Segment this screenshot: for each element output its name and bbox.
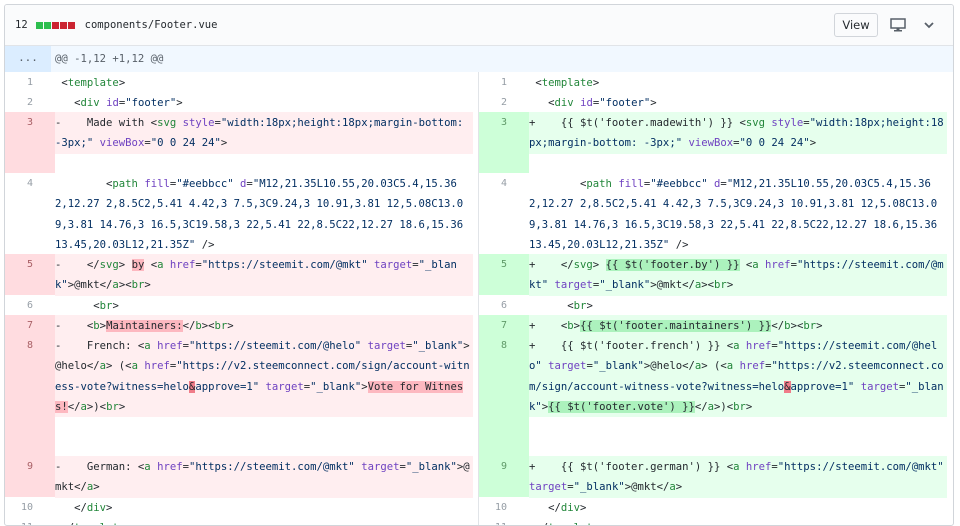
chevron-down-icon[interactable] xyxy=(922,18,936,32)
diff-line: 3 + {{ $t('footer.madewith') }} <svg styl… xyxy=(479,112,953,173)
code-line: + <b>{{ $t('footer.maintainers') }}</b><… xyxy=(529,315,947,337)
diff-line: 6 <br> xyxy=(479,295,953,315)
diff-line: 1 <template> xyxy=(479,72,953,92)
hunk-header: ... @@ -1,12 +1,12 @@ xyxy=(5,46,953,72)
diff-line: 6 <br> xyxy=(5,295,479,315)
line-number[interactable]: 1 xyxy=(479,72,529,92)
line-number[interactable]: 8 xyxy=(5,335,55,456)
file-path[interactable]: components/Footer.vue xyxy=(85,19,218,31)
code-line: - Made with <svg style="width:18px;heigh… xyxy=(55,112,473,154)
diff-line: 3- Made with <svg style="width:18px;heig… xyxy=(5,112,479,173)
code-line: <br> xyxy=(55,300,119,312)
line-number[interactable]: 2 xyxy=(479,92,529,112)
diff-line: 9- German: <a href="https://steemit.com/… xyxy=(5,456,479,498)
line-number[interactable]: 7 xyxy=(5,315,55,335)
line-number[interactable]: 6 xyxy=(479,295,529,315)
line-number[interactable]: 10 xyxy=(479,497,529,517)
line-number[interactable]: 3 xyxy=(5,112,55,173)
diff-line: 5- </svg> by <a href="https://steemit.co… xyxy=(5,254,479,296)
code-line: <div id="footer"> xyxy=(55,97,183,109)
line-number[interactable]: 5 xyxy=(5,254,55,295)
line-number[interactable]: 11 xyxy=(479,517,529,525)
code-line: </div> xyxy=(529,502,587,514)
code-line: - German: <a href="https://steemit.com/@… xyxy=(55,456,473,498)
line-number[interactable]: 3 xyxy=(479,112,529,173)
line-number[interactable]: 5 xyxy=(479,254,529,295)
diff-line: 1 <template> xyxy=(5,72,479,92)
diff-line: 7- <b>Maintainers:</b><br> xyxy=(5,315,479,337)
diffstat-block xyxy=(35,21,43,29)
line-number[interactable]: 9 xyxy=(479,456,529,497)
diff-file: 12 components/Footer.vue View ... @@ -1,… xyxy=(4,4,954,526)
code-line: + {{ $t('footer.german') }} <a href="htt… xyxy=(529,456,947,498)
code-line: <div id="footer"> xyxy=(529,97,657,109)
code-line: - </svg> by <a href="https://steemit.com… xyxy=(55,254,473,296)
diff-line: 11 </template> xyxy=(479,517,953,525)
line-number[interactable]: 7 xyxy=(479,315,529,335)
diff-line: 7 + <b>{{ $t('footer.maintainers') }}</b>… xyxy=(479,315,953,337)
code-line: + </svg> {{ $t('footer.by') }} <a href="… xyxy=(529,254,947,296)
line-number[interactable]: 4 xyxy=(479,173,529,254)
expand-button[interactable]: ... xyxy=(5,46,51,72)
diff-line: 2 <div id="footer"> xyxy=(5,92,479,112)
diffstat-block xyxy=(43,21,51,29)
diff-line: 2 <div id="footer"> xyxy=(479,92,953,112)
diff-line: 5 + </svg> {{ $t('footer.by') }} <a href=… xyxy=(479,254,953,296)
code-line: <path fill="#eebbcc" d="M12,21.35L10.55,… xyxy=(529,178,944,251)
code-line: </div> xyxy=(55,502,113,514)
line-number[interactable]: 1 xyxy=(5,72,55,92)
file-header: 12 components/Footer.vue View xyxy=(5,5,953,46)
left-pane: 1 <template> 2 <div id="footer"> 3- Made w… xyxy=(5,72,479,525)
line-number[interactable]: 9 xyxy=(5,456,55,497)
diff-line: 11 </template> xyxy=(5,517,479,525)
changes-count: 12 xyxy=(15,19,28,31)
line-number[interactable]: 4 xyxy=(5,173,55,254)
diffstat-block xyxy=(67,21,75,29)
diff-line: 8- French: <a href="https://steemit.com/… xyxy=(5,335,479,456)
diffstat-block xyxy=(51,21,59,29)
code-line: + {{ $t('footer.french') }} <a href="htt… xyxy=(529,335,947,418)
diff-line: 8 + {{ $t('footer.french') }} <a href="ht… xyxy=(479,335,953,456)
code-line: - <b>Maintainers:</b><br> xyxy=(55,315,473,337)
code-line: <br> xyxy=(529,300,593,312)
code-line: <template> xyxy=(55,77,126,89)
line-number[interactable]: 6 xyxy=(5,295,55,315)
line-number[interactable]: 8 xyxy=(479,335,529,456)
diff-line: 10 </div> xyxy=(479,497,953,517)
diff-line: 4 <path fill="#eebbcc" d="M12,21.35L10.5… xyxy=(479,173,953,254)
code-line: - French: <a href="https://steemit.com/@… xyxy=(55,335,473,418)
diff-line: 9 + {{ $t('footer.german') }} <a href="ht… xyxy=(479,456,953,498)
line-number[interactable]: 2 xyxy=(5,92,55,112)
line-number[interactable]: 11 xyxy=(5,517,55,525)
code-line: + {{ $t('footer.madewith') }} <svg style… xyxy=(529,112,947,154)
diffstat-block xyxy=(59,21,67,29)
right-pane: 1 <template> 2 <div id="footer"> 3 + {{ $t(… xyxy=(479,72,953,525)
line-number[interactable]: 10 xyxy=(5,497,55,517)
hunk-range: @@ -1,12 +1,12 @@ xyxy=(55,53,164,65)
code-line: <path fill="#eebbcc" d="M12,21.35L10.55,… xyxy=(55,178,470,251)
desktop-icon[interactable] xyxy=(890,17,906,33)
code-line: </template> xyxy=(55,517,473,525)
diffstat xyxy=(35,21,75,29)
diff-line: 4 <path fill="#eebbcc" d="M12,21.35L10.5… xyxy=(5,173,479,254)
code-line: </template> xyxy=(529,517,947,525)
code-line: <template> xyxy=(529,77,600,89)
view-button[interactable]: View xyxy=(834,13,878,37)
diff-line: 10 </div> xyxy=(5,497,479,517)
